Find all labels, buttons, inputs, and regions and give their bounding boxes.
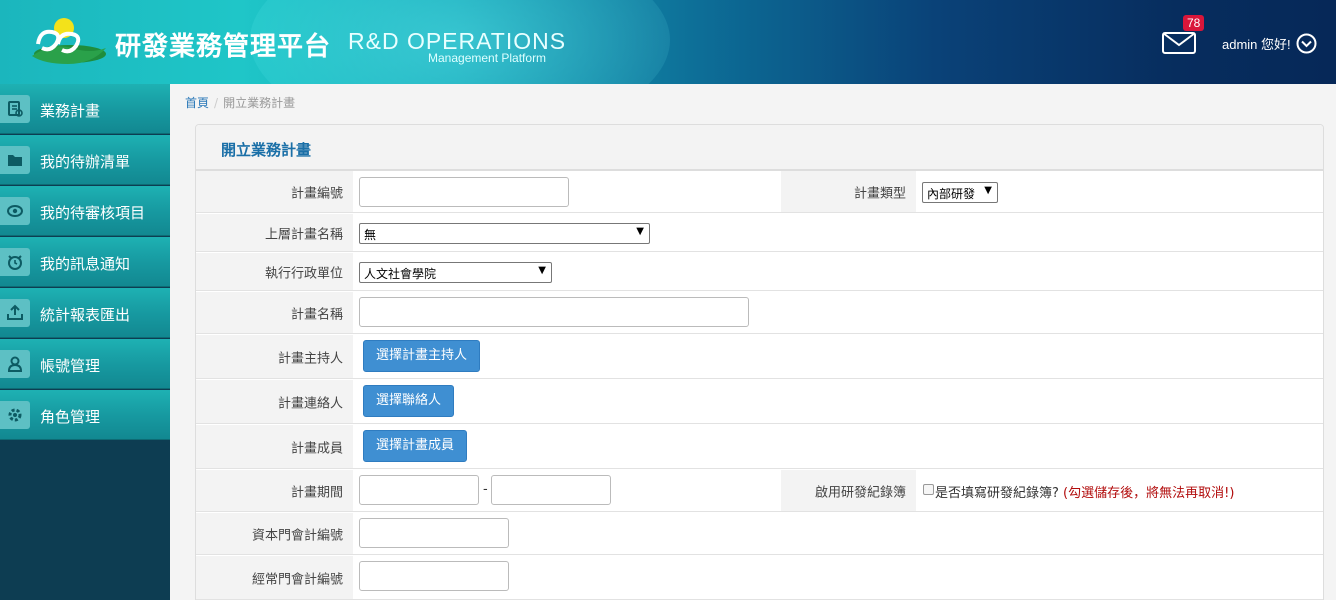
sidebar-item-label: 業務計畫: [40, 102, 101, 120]
plan-type-value: 內部研發: [927, 187, 976, 201]
chevron-down-circle-icon[interactable]: [1296, 33, 1317, 54]
capital-account-input[interactable]: [359, 518, 509, 548]
period-separator: -: [483, 482, 488, 497]
plan-members-label: 計畫成員: [290, 441, 343, 456]
plan-type-label: 計畫類型: [853, 186, 906, 201]
sidebar-item-label: 角色管理: [40, 408, 101, 426]
page-title: 開立業務計畫: [221, 141, 312, 159]
select-host-button[interactable]: 選擇計畫主持人: [363, 340, 481, 372]
dropdown-arrow-icon: ▼: [636, 226, 644, 237]
notebook-checkbox[interactable]: [923, 484, 934, 495]
breadcrumb-current: 開立業務計畫: [223, 96, 296, 110]
brand-subtitle: Management Platform: [428, 51, 547, 65]
sidebar-item-label: 我的待審核項目: [40, 204, 146, 222]
row-recurrent-account: 經常門會計編號: [196, 556, 1323, 600]
parent-plan-label: 上層計畫名稱: [264, 227, 343, 242]
alarm-clock-icon: [8, 255, 22, 270]
exec-unit-label: 執行行政單位: [264, 266, 343, 281]
notebook-checkbox-label: 是否填寫研發紀錄簿?: [935, 486, 1059, 501]
breadcrumb: 首頁 / 開立業務計畫: [185, 94, 295, 111]
plan-no-label: 計畫編號: [290, 186, 343, 201]
period-start-input[interactable]: [359, 475, 479, 505]
users-icon: [7, 356, 23, 372]
breadcrumb-home-link[interactable]: 首頁: [185, 96, 209, 110]
mail-count-badge: 78: [1183, 15, 1205, 31]
eye-icon: [7, 205, 23, 217]
plan-icon: [8, 101, 23, 117]
sidebar-item-accounts[interactable]: 帳號管理: [0, 339, 170, 389]
breadcrumb-separator: /: [214, 96, 219, 110]
panel-header: [196, 125, 1323, 171]
sidebar-item-label: 我的訊息通知: [40, 255, 131, 273]
capital-account-label: 資本門會計編號: [251, 528, 343, 543]
brand-title-cn: 研發業務管理平台: [115, 32, 332, 62]
select-members-button[interactable]: 選擇計畫成員: [363, 430, 468, 462]
sidebar-item-label: 帳號管理: [40, 357, 101, 375]
recurrent-account-label: 經常門會計編號: [251, 572, 343, 587]
platform-logo[interactable]: [22, 14, 108, 70]
period-end-input[interactable]: [491, 475, 611, 505]
top-header: 研發業務管理平台 R&D OPERATIONS Management Platf…: [0, 0, 1336, 84]
sidebar-item-plan[interactable]: 業務計畫: [0, 84, 170, 134]
exec-unit-value: 人文社會學院: [364, 267, 437, 281]
row-plan-contact: 計畫連絡人 選擇聯絡人: [196, 380, 1323, 424]
gear-icon: [8, 408, 22, 422]
sidebar-item-notify[interactable]: 我的訊息通知: [0, 237, 170, 287]
select-contact-button[interactable]: 選擇聯絡人: [363, 385, 455, 417]
plan-name-input[interactable]: [359, 297, 749, 327]
folder-icon: [8, 155, 22, 166]
row-parent-plan: 上層計畫名稱 無 ▼: [196, 214, 1323, 252]
plan-host-label: 計畫主持人: [277, 351, 343, 366]
dropdown-arrow-icon: ▼: [538, 265, 546, 276]
sidebar-item-roles[interactable]: 角色管理: [0, 390, 170, 440]
notebook-label: 啟用研發紀錄簿: [814, 485, 906, 500]
row-plan-period: 計畫期間 - 啟用研發紀錄簿 是否填寫研發紀錄簿? (勾選儲存後，將無法再取消!…: [196, 470, 1323, 512]
parent-plan-value: 無: [364, 228, 377, 242]
plan-form-panel: 開立業務計畫 計畫編號 計畫類型 內部研發 ▼ 上層計畫名稱 無 ▼ 執行行政單位 …: [195, 124, 1324, 600]
plan-contact-label: 計畫連絡人: [277, 396, 343, 411]
row-plan-members: 計畫成員 選擇計畫成員: [196, 425, 1323, 469]
exec-unit-select[interactable]: 人文社會學院 ▼: [359, 262, 552, 283]
sidebar-item-label: 統計報表匯出: [40, 306, 131, 324]
plan-period-label: 計畫期間: [290, 485, 343, 500]
sidebar: 業務計畫 我的待辦清單 我的待審核項目 我的訊息通知 統計報表匯出 帳號管理 角…: [0, 84, 170, 600]
user-greeting[interactable]: admin 您好!: [1222, 34, 1291, 53]
sidebar-item-label: 我的待辦清單: [40, 153, 131, 171]
mail-icon[interactable]: [1162, 32, 1196, 54]
export-icon: [7, 304, 23, 320]
notebook-warning: (勾選儲存後，將無法再取消!): [1063, 486, 1235, 501]
main-content: 首頁 / 開立業務計畫 開立業務計畫 計畫編號 計畫類型 內部研發 ▼ 上層計畫名稱 …: [170, 84, 1336, 600]
row-plan-no: 計畫編號 計畫類型 內部研發 ▼: [196, 171, 1323, 213]
plan-no-input[interactable]: [359, 177, 569, 207]
parent-plan-select[interactable]: 無 ▼: [359, 223, 650, 244]
recurrent-account-input[interactable]: [359, 561, 509, 591]
sidebar-item-export[interactable]: 統計報表匯出: [0, 288, 170, 338]
row-exec-unit: 執行行政單位 人文社會學院 ▼: [196, 253, 1323, 291]
row-plan-host: 計畫主持人 選擇計畫主持人: [196, 335, 1323, 379]
row-plan-name: 計畫名稱: [196, 292, 1323, 334]
plan-name-label: 計畫名稱: [290, 307, 343, 322]
sidebar-item-todo[interactable]: 我的待辦清單: [0, 135, 170, 185]
plan-type-select[interactable]: 內部研發 ▼: [922, 182, 998, 203]
row-capital-account: 資本門會計編號: [196, 513, 1323, 555]
sidebar-item-review[interactable]: 我的待審核項目: [0, 186, 170, 236]
dropdown-arrow-icon: ▼: [984, 185, 992, 196]
